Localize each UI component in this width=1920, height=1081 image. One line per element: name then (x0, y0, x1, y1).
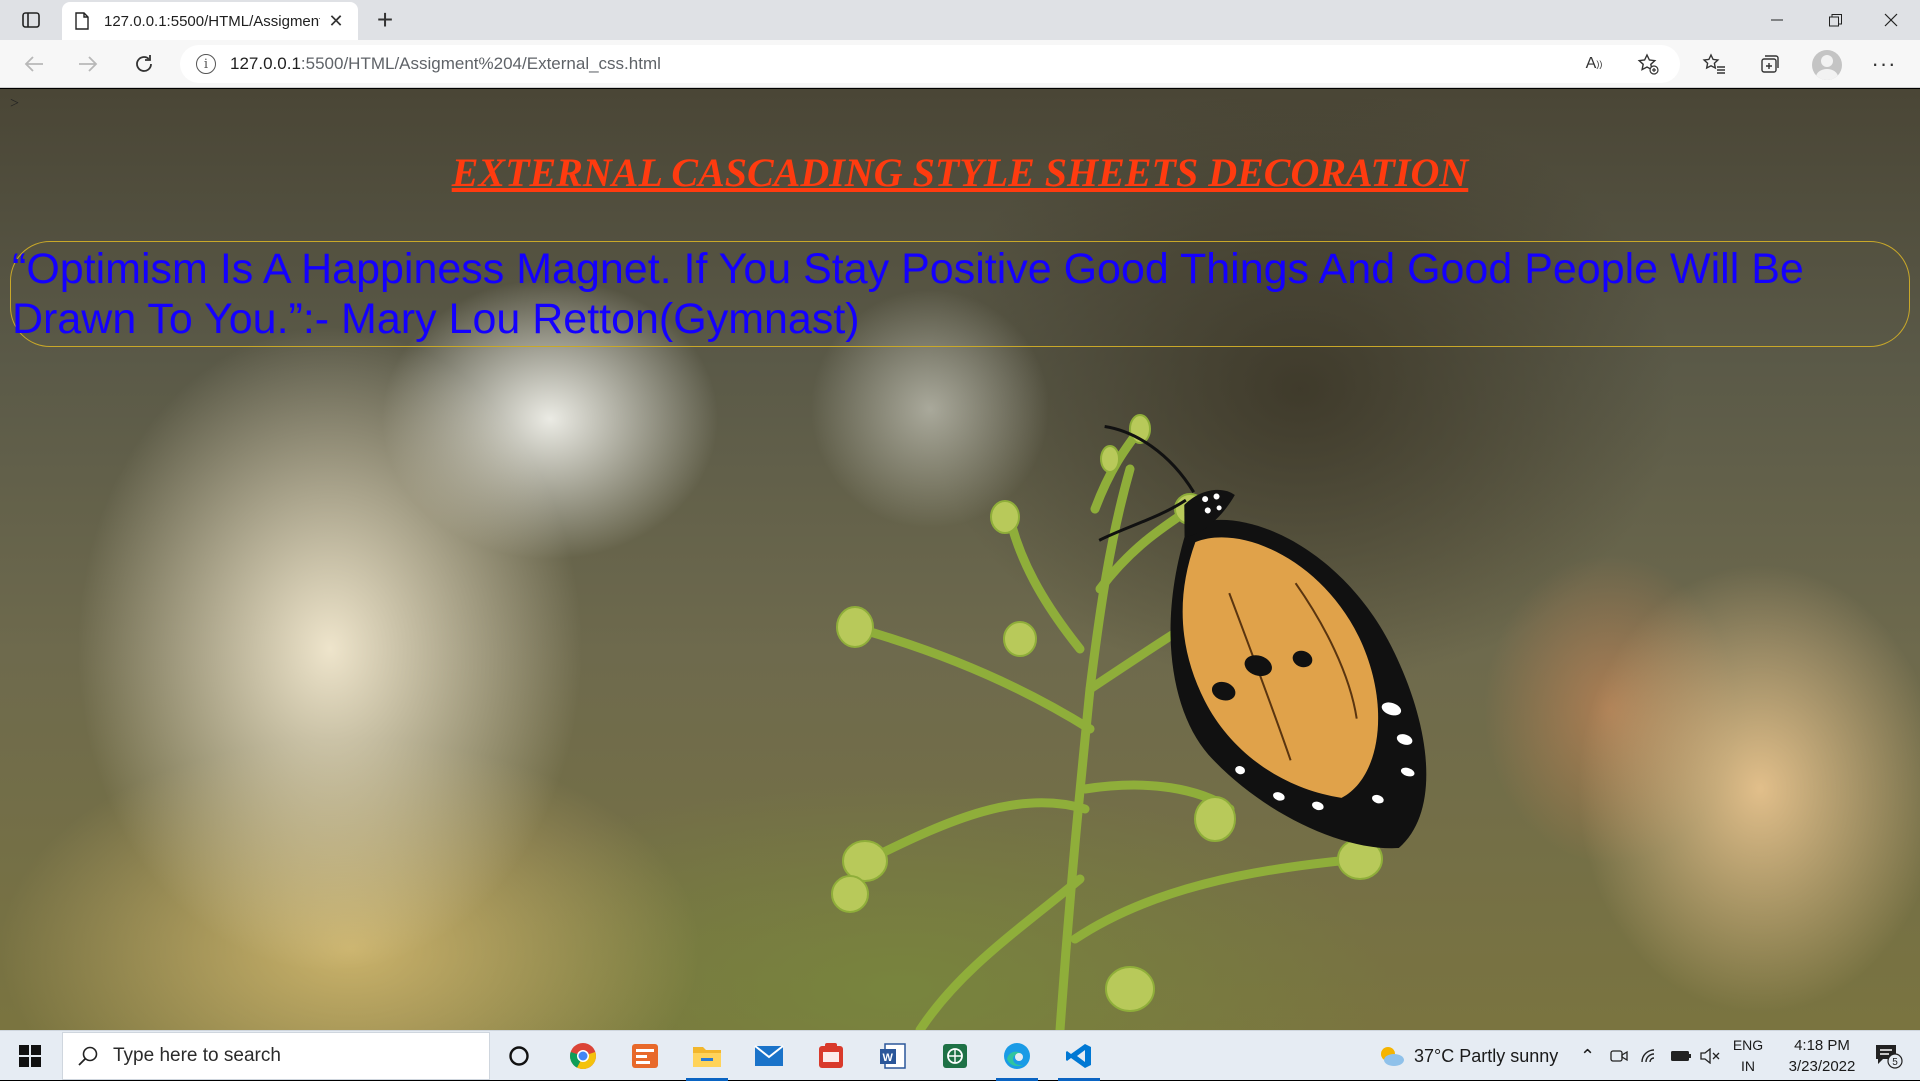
taskbar-app-button[interactable] (616, 1031, 674, 1081)
volume-button[interactable] (1700, 1031, 1720, 1081)
page-viewport: > EXTERNAL CASCADING STYLE SHEETS DECORA… (0, 89, 1920, 1030)
spreadsheet-icon (943, 1044, 967, 1068)
browser-tab[interactable]: 127.0.0.1:5500/HTML/Assigment%204/Extern… (62, 2, 358, 40)
settings-more-button[interactable]: ··· (1866, 48, 1902, 80)
chrome-button[interactable] (554, 1031, 612, 1081)
edge-icon (1004, 1043, 1030, 1069)
browser-tab-bar: 127.0.0.1:5500/HTML/Assigment%204/Extern… (0, 0, 1920, 40)
refresh-icon (136, 55, 152, 72)
vscode-button[interactable] (1050, 1031, 1108, 1081)
cortana-button[interactable] (490, 1031, 548, 1081)
notification-center-button[interactable]: 5 (1868, 1031, 1908, 1081)
add-favorite-icon[interactable] (1634, 52, 1662, 76)
clock-time: 4:18 PM (1794, 1037, 1850, 1054)
close-window-button[interactable] (1862, 0, 1920, 40)
url-path: :5500/HTML/Assigment%204/External_css.ht… (300, 54, 661, 73)
collections-button[interactable] (1752, 48, 1788, 80)
search-icon (78, 1046, 98, 1066)
minimize-button[interactable] (1748, 0, 1806, 40)
word-button[interactable]: W (864, 1031, 922, 1081)
wifi-icon (1641, 1049, 1655, 1063)
clock-date: 3/23/2022 (1788, 1058, 1856, 1075)
word-icon: W (880, 1043, 906, 1069)
quote-text: “Optimism Is A Happiness Magnet. If You … (12, 245, 1804, 343)
tab-title: 127.0.0.1:5500/HTML/Assigment%204/Extern… (104, 12, 320, 30)
partly-sunny-icon (1381, 1047, 1404, 1066)
windows-taskbar: Type here to search W 37°C Partly sunny … (0, 1030, 1920, 1081)
tab-actions-button[interactable] (14, 7, 48, 33)
mail-icon (754, 1045, 784, 1066)
windows-logo-icon (19, 1045, 41, 1067)
more-dots-icon: ··· (1871, 51, 1897, 76)
vscode-icon (1066, 1044, 1091, 1068)
weather-text: 37°C Partly sunny (1414, 1045, 1559, 1066)
network-button[interactable] (1640, 1031, 1660, 1081)
chevron-up-icon: ⌃ (1580, 1045, 1596, 1066)
edge-button[interactable] (988, 1031, 1046, 1081)
butterfly-background-image (831, 414, 1427, 1030)
notification-icon: 5 (1876, 1045, 1903, 1069)
volume-muted-icon (1700, 1048, 1720, 1064)
restore-button[interactable] (1806, 0, 1864, 40)
office-icon (819, 1043, 843, 1068)
file-explorer-button[interactable] (678, 1031, 736, 1081)
close-icon (1884, 13, 1898, 27)
minimize-icon (1771, 19, 1783, 21)
address-bar[interactable]: i 127.0.0.1:5500/HTML/Assigment%204/Exte… (180, 45, 1680, 83)
language-code: ENG (1732, 1037, 1764, 1053)
start-button[interactable] (0, 1031, 60, 1081)
page-document-icon (75, 12, 89, 30)
back-button[interactable] (16, 48, 52, 80)
tab-close-icon[interactable]: ✕ (326, 11, 346, 32)
app-icon (632, 1044, 658, 1068)
forward-arrow-icon (79, 56, 98, 72)
svg-text:W: W (883, 1052, 894, 1064)
url-host: 127.0.0.1 (230, 54, 301, 73)
page-heading: EXTERNAL CASCADING STYLE SHEETS DECORATI… (451, 150, 1469, 195)
forward-button[interactable] (70, 48, 106, 80)
office-button[interactable] (802, 1031, 860, 1081)
spreadsheet-button[interactable] (926, 1031, 984, 1081)
tray-overflow-button[interactable]: ⌃ (1580, 1031, 1595, 1081)
restore-icon (1828, 13, 1842, 26)
battery-button[interactable] (1670, 1031, 1692, 1081)
refresh-button[interactable] (126, 48, 162, 80)
file-explorer-icon (693, 1047, 721, 1067)
weather-widget[interactable]: 37°C Partly sunny (1376, 1031, 1558, 1081)
taskbar-search-box[interactable]: Type here to search (62, 1032, 490, 1080)
meet-now-icon (1610, 1050, 1628, 1062)
back-arrow-icon (24, 56, 43, 72)
favorites-list-icon (1702, 53, 1725, 74)
tab-actions-icon (22, 12, 40, 28)
cortana-icon (509, 1046, 529, 1066)
collections-icon (1761, 55, 1779, 73)
search-placeholder: Type here to search (113, 1045, 281, 1066)
new-tab-button[interactable]: + (368, 4, 402, 36)
stray-text: > (10, 95, 20, 112)
browser-toolbar: i 127.0.0.1:5500/HTML/Assigment%204/Exte… (0, 40, 1920, 88)
clock[interactable]: 4:18 PM 3/23/2022 (1776, 1035, 1868, 1077)
battery-icon (1671, 1051, 1691, 1061)
region-code: IN (1741, 1058, 1755, 1074)
mail-button[interactable] (740, 1031, 798, 1081)
favorites-button[interactable] (1696, 48, 1732, 80)
site-info-icon[interactable]: i (196, 54, 216, 74)
read-aloud-icon[interactable]: A)) (1580, 52, 1608, 76)
language-indicator[interactable]: ENG IN (1730, 1035, 1766, 1077)
profile-avatar[interactable] (1812, 50, 1842, 80)
chrome-icon (570, 1043, 596, 1070)
notification-count: 5 (1892, 1057, 1898, 1068)
meet-now-button[interactable] (1610, 1031, 1628, 1081)
